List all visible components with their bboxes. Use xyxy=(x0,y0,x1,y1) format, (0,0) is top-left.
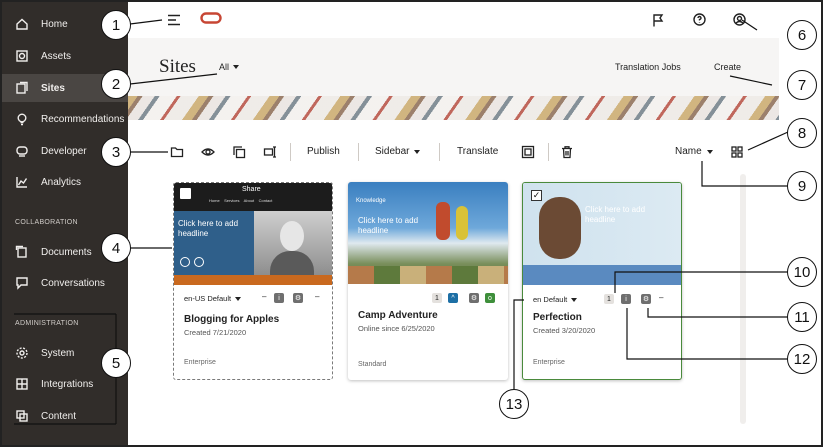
callout-marker: 3 xyxy=(101,137,131,167)
callout-marker: 12 xyxy=(787,344,817,374)
callout-marker: 13 xyxy=(499,389,529,419)
callout-marker: 7 xyxy=(787,70,817,100)
screenshot-frame: Home Assets Sites Recommendations Develo… xyxy=(0,0,823,447)
callout-marker: 8 xyxy=(787,118,817,148)
callout-marker: 9 xyxy=(787,171,817,201)
callout-marker: 1 xyxy=(101,10,131,40)
callout-marker: 10 xyxy=(787,257,817,287)
callout-marker: 11 xyxy=(787,302,817,332)
callout-marker: 4 xyxy=(101,233,131,263)
callout-marker: 2 xyxy=(101,69,131,99)
callout-leader-lines xyxy=(14,19,789,425)
callout-marker: 5 xyxy=(101,348,131,378)
callout-marker: 6 xyxy=(787,20,817,50)
